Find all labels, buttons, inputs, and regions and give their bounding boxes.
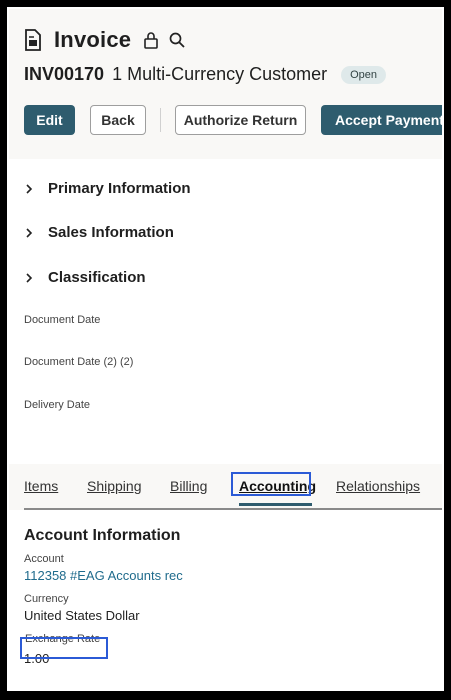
search-icon[interactable]: [169, 32, 185, 48]
tab-label: Relationships: [336, 478, 421, 494]
document-date-label: Document Date: [24, 314, 101, 326]
invoice-number: INV00170: [24, 64, 105, 84]
currency-label: Currency: [24, 593, 69, 605]
account-label: Account: [24, 553, 64, 565]
authorize-return-button[interactable]: Authorize Return: [175, 105, 306, 135]
document-date-2-label: Document Date (2) (2): [24, 356, 134, 368]
section-title: Classification: [48, 269, 146, 286]
section-title: Sales Information: [48, 224, 174, 241]
action-toolbar: Edit Back Authorize Return Accept Paymen…: [24, 105, 442, 135]
record-subtitle: INV00170 1 Multi-Currency Customer Open: [24, 64, 387, 85]
record-header: Invoice INV00170 1 Multi-Currency Custom…: [9, 9, 442, 159]
edit-button[interactable]: Edit: [24, 105, 75, 135]
tab-label: Billing: [170, 478, 208, 494]
customer-name: 1 Multi-Currency Customer: [112, 64, 328, 84]
lock-icon[interactable]: [143, 31, 159, 49]
section-sales-information[interactable]: Sales Information: [24, 224, 174, 241]
tab-billing[interactable]: Billing: [170, 478, 207, 494]
section-title: Primary Information: [48, 180, 191, 197]
status-badge: Open: [341, 65, 387, 84]
account-link[interactable]: 112358 #EAG Accounts rec: [24, 568, 434, 583]
invoice-page: Invoice INV00170 1 Multi-Currency Custom…: [9, 9, 442, 689]
tab-bar-divider: [24, 508, 442, 510]
tab-label: Shipping: [87, 478, 142, 494]
window-frame: Invoice INV00170 1 Multi-Currency Custom…: [0, 0, 451, 700]
chevron-right-icon: [26, 183, 33, 194]
invoice-document-icon: [25, 29, 41, 51]
section-primary-information[interactable]: Primary Information: [24, 180, 191, 197]
delivery-date-label: Delivery Date: [24, 399, 91, 411]
toolbar-divider: [160, 108, 161, 132]
title-row: Invoice: [24, 27, 185, 53]
page-title: Invoice: [54, 27, 132, 52]
accept-payment-button[interactable]: Accept Payment: [321, 105, 442, 135]
account-information-heading: Account Information: [24, 527, 181, 544]
currency-value: United States Dollar: [24, 608, 140, 623]
tab-shipping[interactable]: Shipping: [87, 478, 142, 494]
tab-label: Items: [24, 478, 59, 494]
chevron-right-icon: [26, 272, 33, 283]
back-button[interactable]: Back: [90, 105, 146, 135]
tab-items[interactable]: Items: [24, 478, 58, 494]
section-classification[interactable]: Classification: [24, 269, 146, 286]
accounting-tab-highlight: [231, 472, 311, 496]
chevron-right-icon: [26, 227, 33, 238]
exchange-rate-highlight: [20, 637, 108, 659]
active-tab-indicator: [239, 503, 312, 506]
tab-relationships[interactable]: Relationships: [336, 478, 420, 494]
subtab-bar: Items Shipping Billing Accounting Relati…: [9, 464, 442, 510]
